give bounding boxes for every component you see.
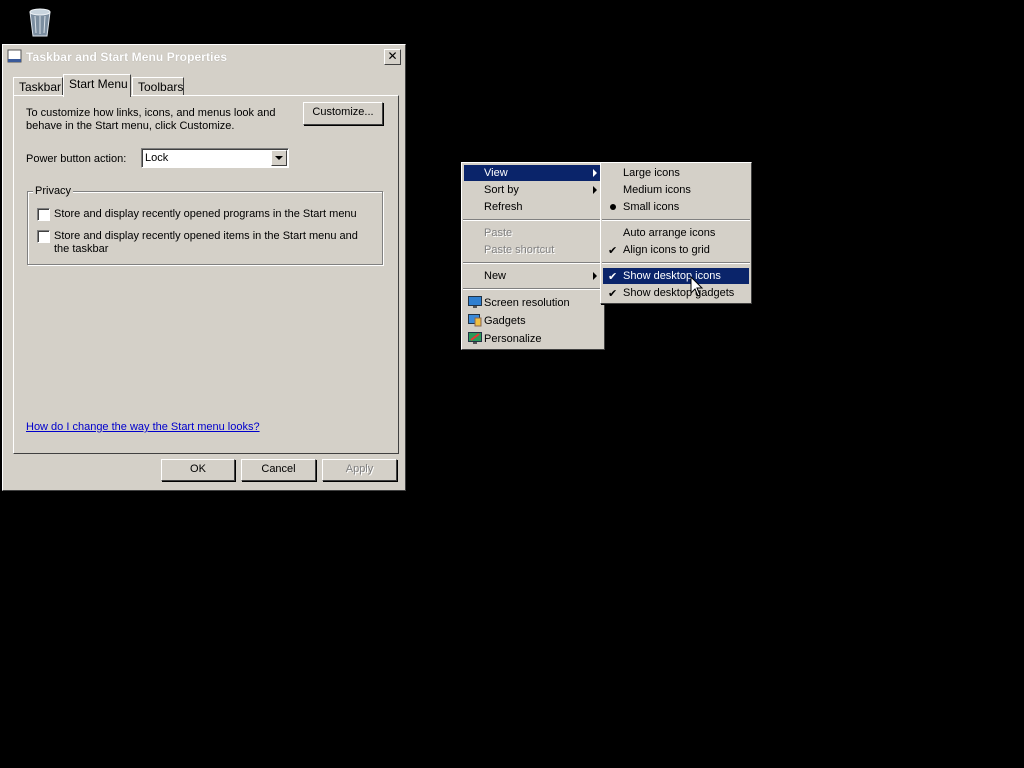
menu-item-paste[interactable]: Paste [464, 225, 602, 241]
menu-item-show-desktop-gadgets[interactable]: ✔ Show desktop gadgets [603, 285, 749, 301]
menu-item-paste-shortcut[interactable]: Paste shortcut [464, 242, 602, 258]
customize-description: To customize how links, icons, and menus… [26, 107, 276, 132]
menu-item-new[interactable]: New [464, 268, 602, 284]
menu-item-auto-arrange[interactable]: Auto arrange icons [603, 225, 749, 241]
submenu-arrow-icon [593, 169, 597, 177]
chevron-down-icon[interactable] [271, 150, 287, 166]
menu-item-personalize[interactable]: Personalize [464, 331, 602, 347]
dialog-title: Taskbar and Start Menu Properties [26, 50, 228, 64]
menu-item-screen-resolution[interactable]: Screen resolution [464, 295, 602, 311]
menu-item-medium-icons[interactable]: Medium icons [603, 182, 749, 198]
recent-programs-label[interactable]: Store and display recently opened progra… [54, 208, 384, 221]
recent-items-checkbox[interactable] [37, 230, 50, 243]
menu-item-show-desktop-icons-label: Show desktop icons [623, 270, 721, 282]
personalize-icon [468, 332, 482, 345]
menu-item-sort-by-label: Sort by [484, 184, 519, 196]
submenu-arrow-icon [593, 186, 597, 194]
tab-toolbars[interactable]: Toolbars [132, 77, 184, 96]
recycle-bin-icon[interactable] [26, 6, 54, 38]
tab-start-menu[interactable]: Start Menu [63, 74, 131, 97]
privacy-group-label: Privacy [33, 185, 74, 197]
ok-button[interactable]: OK [161, 459, 235, 481]
menu-item-small-icons[interactable]: Small icons [603, 199, 749, 215]
power-button-select[interactable]: Lock [141, 148, 289, 168]
view-submenu: Large icons Medium icons Small icons Aut… [600, 162, 752, 304]
cancel-button[interactable]: Cancel [241, 459, 316, 481]
recent-programs-checkbox[interactable] [37, 208, 50, 221]
checkmark-icon: ✔ [608, 245, 618, 257]
menu-separator [463, 219, 603, 221]
menu-item-show-desktop-icons[interactable]: ✔ Show desktop icons [603, 268, 749, 284]
menu-item-personalize-label: Personalize [484, 333, 542, 345]
menu-item-gadgets-label: Gadgets [484, 315, 526, 327]
menu-separator [602, 262, 750, 264]
menu-separator [602, 219, 750, 221]
power-button-label: Power button action: [26, 153, 127, 165]
taskbar-app-icon [7, 49, 23, 64]
customize-button[interactable]: Customize... [303, 102, 383, 125]
apply-button[interactable]: Apply [322, 459, 397, 481]
recent-items-label[interactable]: Store and display recently opened items … [54, 230, 374, 256]
checkmark-icon: ✔ [608, 271, 618, 283]
menu-item-screen-resolution-label: Screen resolution [484, 297, 570, 309]
menu-item-align-to-grid-label: Align icons to grid [623, 244, 710, 256]
menu-item-large-icons[interactable]: Large icons [603, 165, 749, 181]
mouse-pointer-icon [690, 275, 704, 298]
monitor-icon [468, 296, 482, 309]
gadgets-icon [468, 314, 482, 327]
taskbar-properties-dialog: Taskbar and Start Menu Properties ✕ Task… [2, 44, 406, 491]
radio-bullet-icon [610, 204, 616, 210]
title-bar[interactable]: Taskbar and Start Menu Properties ✕ [4, 46, 404, 67]
tab-taskbar[interactable]: Taskbar [13, 77, 63, 96]
menu-separator [463, 262, 603, 264]
menu-item-new-label: New [484, 270, 507, 282]
menu-item-refresh[interactable]: Refresh [464, 199, 602, 215]
close-button[interactable]: ✕ [384, 49, 401, 65]
menu-item-show-desktop-gadgets-label: Show desktop gadgets [623, 287, 735, 299]
menu-item-view[interactable]: View [464, 165, 602, 181]
checkmark-icon: ✔ [608, 288, 618, 300]
desktop-context-menu: View Sort by Refresh Paste Paste shortcu… [461, 162, 605, 350]
menu-separator [463, 288, 603, 290]
submenu-arrow-icon [593, 272, 597, 280]
menu-item-small-icons-label: Small icons [623, 201, 680, 213]
menu-item-align-to-grid[interactable]: ✔ Align icons to grid [603, 242, 749, 258]
menu-item-sort-by[interactable]: Sort by [464, 182, 602, 198]
menu-item-gadgets[interactable]: Gadgets [464, 313, 602, 329]
menu-item-view-label: View [484, 167, 508, 179]
power-button-value: Lock [145, 152, 169, 164]
help-link[interactable]: How do I change the way the Start menu l… [26, 421, 260, 433]
